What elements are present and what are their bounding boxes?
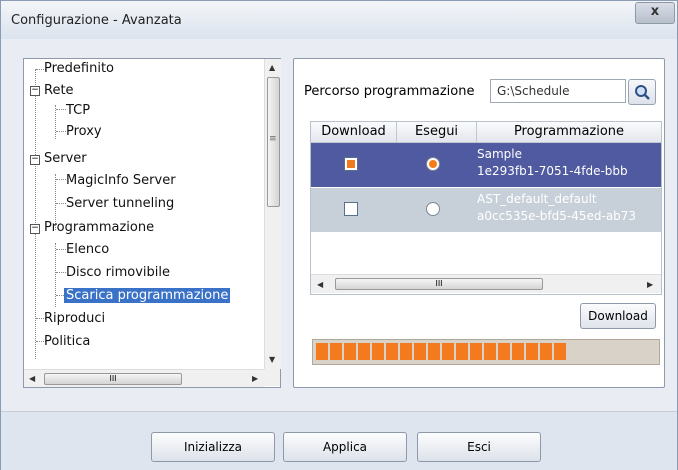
download-checkbox[interactable] bbox=[344, 202, 358, 216]
tree-line bbox=[56, 109, 66, 110]
progress-segment bbox=[428, 343, 440, 360]
tree-item-tcp[interactable]: TCP bbox=[66, 103, 90, 118]
progress-segment bbox=[372, 343, 384, 360]
exit-button[interactable]: Esci bbox=[417, 432, 541, 462]
progress-segment bbox=[414, 343, 426, 360]
schedule-list: Download Esegui Programmazione Sample 1e… bbox=[310, 121, 662, 295]
tree-line bbox=[56, 249, 66, 250]
schedule-name: Sample bbox=[477, 147, 522, 161]
scroll-right-icon[interactable]: ▶ bbox=[647, 280, 653, 289]
schedule-name: AST_default_default bbox=[477, 192, 597, 206]
scroll-down-icon[interactable]: ▼ bbox=[269, 355, 275, 364]
progress-segment bbox=[358, 343, 370, 360]
tree-horizontal-scrollbar[interactable]: ◀ III ▶ bbox=[24, 369, 264, 387]
column-header-programmazione[interactable]: Programmazione bbox=[477, 122, 661, 143]
schedule-id: 1e293fb1-7051-4fde-bbb bbox=[477, 164, 628, 178]
progress-segment bbox=[512, 343, 524, 360]
progress-segment bbox=[330, 343, 342, 360]
schedule-panel: Percorso programmazione G:\Schedule Down… bbox=[293, 58, 665, 388]
tree-item-disco-rimovibile[interactable]: Disco rimovibile bbox=[66, 265, 170, 280]
tree-line bbox=[56, 203, 66, 204]
tree-line bbox=[56, 272, 66, 273]
scroll-corner bbox=[264, 369, 280, 386]
progress-segment bbox=[498, 343, 510, 360]
tree-line bbox=[55, 243, 56, 307]
magnifier-icon bbox=[635, 85, 650, 100]
progress-segment bbox=[554, 343, 566, 360]
title-bar: Configurazione - Avanzata x bbox=[1, 1, 677, 39]
download-button[interactable]: Download bbox=[580, 303, 656, 329]
tree-item-scarica-programmazione[interactable]: Scarica programmazione bbox=[64, 288, 231, 303]
tree-item-server[interactable]: Server bbox=[44, 151, 87, 166]
tree-item-predefinito[interactable]: Predefinito bbox=[44, 61, 114, 76]
tree-item-programmazione[interactable]: Programmazione bbox=[44, 220, 154, 235]
progress-segment bbox=[470, 343, 482, 360]
button-bar: Inizializza Applica Esci bbox=[1, 411, 677, 470]
tree-line bbox=[56, 131, 66, 132]
list-horizontal-scrollbar[interactable]: ◀ III ▶ bbox=[311, 274, 661, 293]
tree-item-politica[interactable]: Politica bbox=[44, 334, 90, 349]
window-title: Configurazione - Avanzata bbox=[11, 13, 182, 28]
tree-item-proxy[interactable]: Proxy bbox=[66, 124, 102, 139]
scroll-up-icon[interactable]: ▲ bbox=[269, 63, 275, 72]
progress-segment bbox=[442, 343, 454, 360]
grip-icon: ≡ bbox=[269, 134, 277, 144]
path-input[interactable]: G:\Schedule bbox=[490, 79, 626, 103]
close-button[interactable]: x bbox=[635, 2, 675, 24]
scroll-left-icon[interactable]: ◀ bbox=[317, 280, 323, 289]
progress-segment bbox=[540, 343, 552, 360]
execute-radio[interactable] bbox=[426, 157, 440, 171]
download-progress-bar bbox=[312, 339, 660, 365]
progress-segment bbox=[456, 343, 468, 360]
tree-item-elenco[interactable]: Elenco bbox=[66, 242, 109, 257]
apply-button[interactable]: Applica bbox=[283, 432, 407, 462]
column-header-download[interactable]: Download bbox=[311, 122, 397, 143]
path-label: Percorso programmazione bbox=[304, 84, 475, 99]
reset-button[interactable]: Inizializza bbox=[151, 432, 275, 462]
tree-item-rete[interactable]: Rete bbox=[44, 83, 74, 98]
scroll-left-icon[interactable]: ◀ bbox=[29, 374, 35, 383]
progress-segment bbox=[526, 343, 538, 360]
schedule-id: a0cc535e-bfd5-45ed-ab73 bbox=[477, 209, 637, 223]
collapse-box[interactable]: − bbox=[30, 224, 40, 234]
tree-hscroll-thumb[interactable]: III bbox=[44, 373, 182, 385]
tree-item-magicinfo-server[interactable]: MagicInfo Server bbox=[66, 173, 176, 188]
tree-line bbox=[35, 69, 36, 359]
tree-vertical-scrollbar[interactable]: ▲ ≡ ▼ bbox=[264, 59, 281, 369]
tree-line bbox=[55, 105, 56, 139]
progress-segment bbox=[400, 343, 412, 360]
collapse-box[interactable]: − bbox=[30, 86, 40, 96]
collapse-box[interactable]: − bbox=[30, 155, 40, 165]
progress-segment bbox=[484, 343, 496, 360]
execute-radio[interactable] bbox=[426, 202, 440, 216]
schedule-row[interactable]: AST_default_default a0cc535e-bfd5-45ed-a… bbox=[311, 188, 661, 232]
tree-item-server-tunneling[interactable]: Server tunneling bbox=[66, 196, 174, 211]
list-hscroll-thumb[interactable]: III bbox=[335, 278, 543, 290]
content-area: − − − Predefinito Rete TCP Proxy Server … bbox=[9, 41, 669, 409]
scroll-right-icon[interactable]: ▶ bbox=[252, 374, 258, 383]
tree-line bbox=[56, 179, 66, 180]
progress-fill bbox=[316, 343, 566, 360]
tree-scroll-thumb[interactable]: ≡ bbox=[267, 77, 280, 207]
progress-segment bbox=[316, 343, 328, 360]
config-window: Configurazione - Avanzata x − − − Predef… bbox=[0, 0, 678, 470]
tree-item-riproduci[interactable]: Riproduci bbox=[44, 311, 105, 326]
progress-segment bbox=[344, 343, 356, 360]
schedule-row[interactable]: Sample 1e293fb1-7051-4fde-bbb bbox=[311, 143, 661, 187]
settings-tree: − − − Predefinito Rete TCP Proxy Server … bbox=[23, 58, 281, 388]
progress-segment bbox=[386, 343, 398, 360]
browse-button[interactable] bbox=[628, 79, 656, 105]
column-header-esegui[interactable]: Esegui bbox=[397, 122, 477, 143]
download-checkbox[interactable] bbox=[344, 157, 358, 171]
